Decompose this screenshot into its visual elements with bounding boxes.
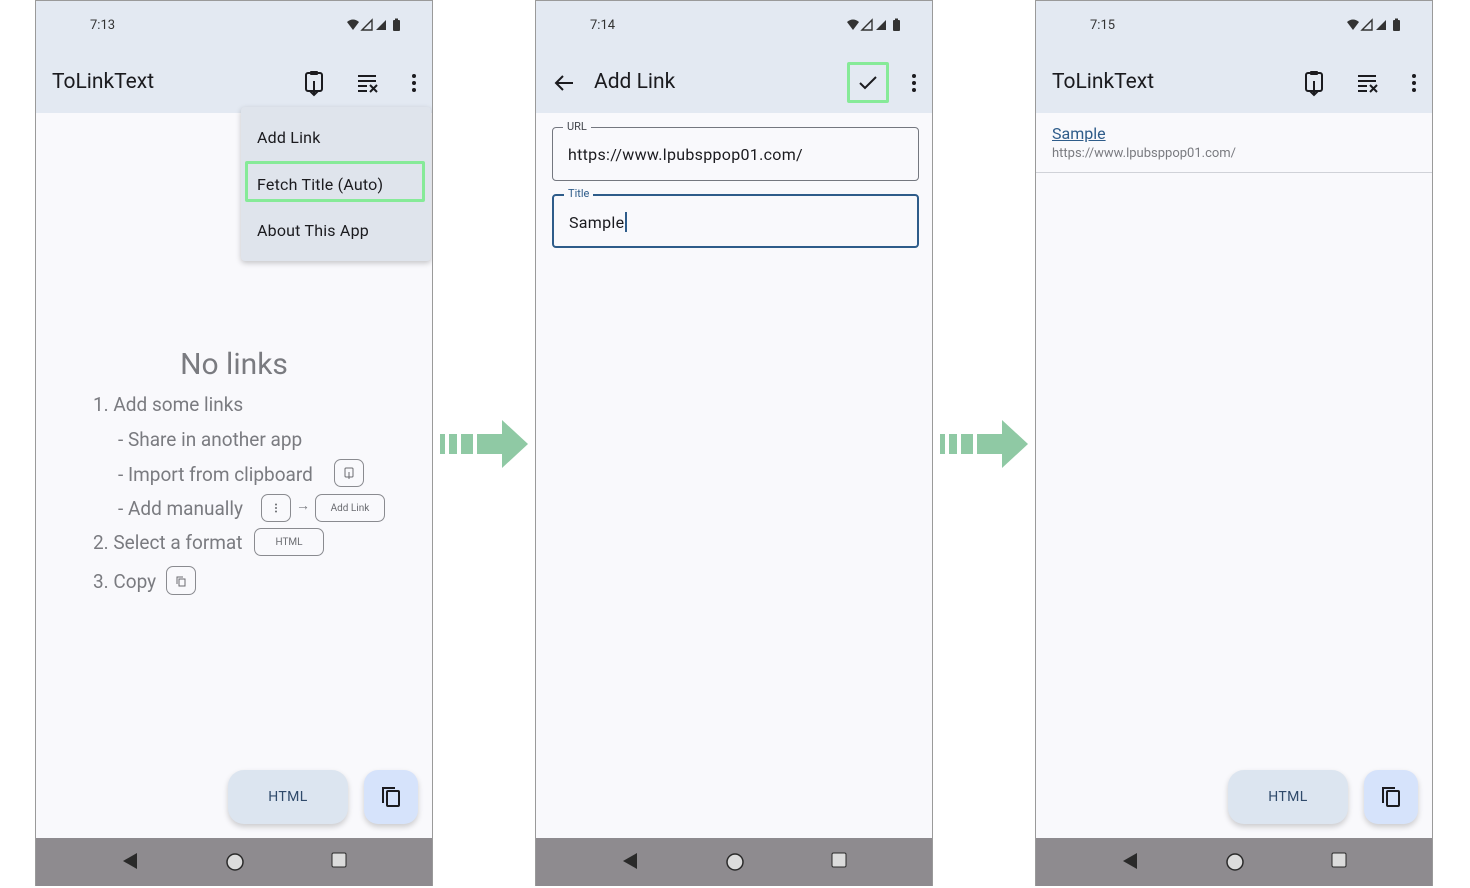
- overflow-menu-button[interactable]: [396, 65, 432, 101]
- step-1a: - Share in another app: [118, 428, 303, 451]
- step-1c: - Add manually: [118, 497, 244, 520]
- home-nav-icon[interactable]: [225, 852, 245, 872]
- overflow-menu-button[interactable]: [896, 65, 932, 101]
- status-icons: [847, 18, 900, 31]
- import-clipboard-button[interactable]: [296, 65, 332, 101]
- app-title: ToLinkText: [1052, 70, 1155, 94]
- status-time: 7:13: [90, 18, 116, 33]
- system-nav-bar: [1036, 838, 1432, 886]
- clear-all-button[interactable]: [1350, 65, 1386, 101]
- copy-button[interactable]: [364, 770, 418, 824]
- flow-arrow-1: [440, 420, 528, 468]
- copy-icon: [382, 787, 400, 807]
- format-html-button[interactable]: HTML: [1228, 770, 1348, 824]
- app-bar: ToLinkText: [36, 53, 432, 113]
- menu-item-add-link[interactable]: Add Link: [257, 128, 321, 147]
- list-item[interactable]: Sample https://www.lpubsppop01.com/: [1036, 114, 1432, 173]
- title-field[interactable]: Title Sample: [552, 187, 919, 248]
- home-nav-icon[interactable]: [725, 852, 745, 872]
- status-bar: 7:13: [36, 1, 432, 53]
- status-icons: [347, 18, 400, 31]
- empty-title: No links: [180, 347, 288, 382]
- step-3: 3. Copy: [93, 570, 157, 593]
- more-vert-icon: [412, 74, 416, 92]
- html-chip: HTML: [254, 528, 324, 556]
- format-html-button[interactable]: HTML: [228, 770, 348, 824]
- clear-all-button[interactable]: [350, 65, 386, 101]
- link-title[interactable]: Sample: [1052, 124, 1106, 143]
- back-nav-icon[interactable]: [122, 852, 138, 870]
- title-value: Sample: [569, 213, 625, 232]
- menu-item-about[interactable]: About This App: [257, 221, 369, 240]
- url-label: URL: [563, 120, 591, 133]
- more-vert-icon: [912, 74, 916, 92]
- link-url: https://www.lpubsppop01.com/: [1052, 146, 1237, 161]
- clear-all-icon: [1358, 75, 1378, 93]
- add-link-chip: Add Link: [315, 494, 385, 522]
- system-nav-bar: [36, 838, 432, 886]
- step-1: 1. Add some links: [93, 393, 244, 416]
- home-nav-icon[interactable]: [1225, 852, 1245, 872]
- status-bar: 7:15: [1036, 1, 1432, 53]
- more-vert-small-icon: [275, 503, 277, 513]
- text-caret: [625, 212, 628, 232]
- app-bar: ToLinkText: [1036, 53, 1432, 113]
- screen-title: Add Link: [594, 70, 676, 94]
- copy-button[interactable]: [1364, 770, 1418, 824]
- copy-small-icon: [176, 576, 186, 586]
- back-nav-icon[interactable]: [622, 852, 638, 870]
- recents-nav-icon[interactable]: [831, 852, 847, 868]
- clipboard-import-icon: [305, 71, 323, 97]
- status-time: 7:15: [1090, 18, 1116, 33]
- clipboard-import-icon: [1305, 71, 1323, 97]
- highlight-fetch-title: [245, 161, 425, 202]
- copy-icon: [1382, 787, 1400, 807]
- app-title: ToLinkText: [52, 70, 155, 94]
- title-label: Title: [564, 187, 594, 200]
- clipboard-chip: [334, 459, 364, 487]
- status-icons: [1347, 18, 1400, 31]
- highlight-confirm: [847, 62, 889, 103]
- screen-add-link: 7:14 Add Link URL https://www.lpubsppop0…: [535, 0, 933, 886]
- overflow-menu-button[interactable]: [1396, 65, 1432, 101]
- status-time: 7:14: [590, 18, 616, 33]
- import-clipboard-button[interactable]: [1296, 65, 1332, 101]
- copy-chip: [166, 566, 196, 595]
- screen-link-list: 7:15 ToLinkText Sample https://www.lpubs…: [1035, 0, 1433, 886]
- system-nav-bar: [536, 838, 932, 886]
- clear-all-icon: [358, 75, 378, 93]
- more-vert-chip: [261, 494, 291, 522]
- step-1b: - Import from clipboard: [118, 463, 313, 486]
- url-field[interactable]: URL https://www.lpubsppop01.com/: [552, 120, 919, 181]
- clipboard-icon: [344, 467, 354, 479]
- url-value: https://www.lpubsppop01.com/: [568, 145, 803, 164]
- step-arrow: →: [296, 498, 310, 514]
- arrow-back-icon: [554, 75, 573, 91]
- flow-arrow-2: [940, 420, 1028, 468]
- back-button[interactable]: [546, 65, 582, 101]
- back-nav-icon[interactable]: [1122, 852, 1138, 870]
- status-bar: 7:14: [536, 1, 932, 53]
- more-vert-icon: [1412, 74, 1416, 92]
- title-value-wrap: Sample: [569, 212, 628, 232]
- screen-main-menu: 7:13 ToLinkText No links 1. Add some lin…: [35, 0, 433, 886]
- step-2: 2. Select a format: [93, 531, 243, 554]
- recents-nav-icon[interactable]: [1331, 852, 1347, 868]
- recents-nav-icon[interactable]: [331, 852, 347, 868]
